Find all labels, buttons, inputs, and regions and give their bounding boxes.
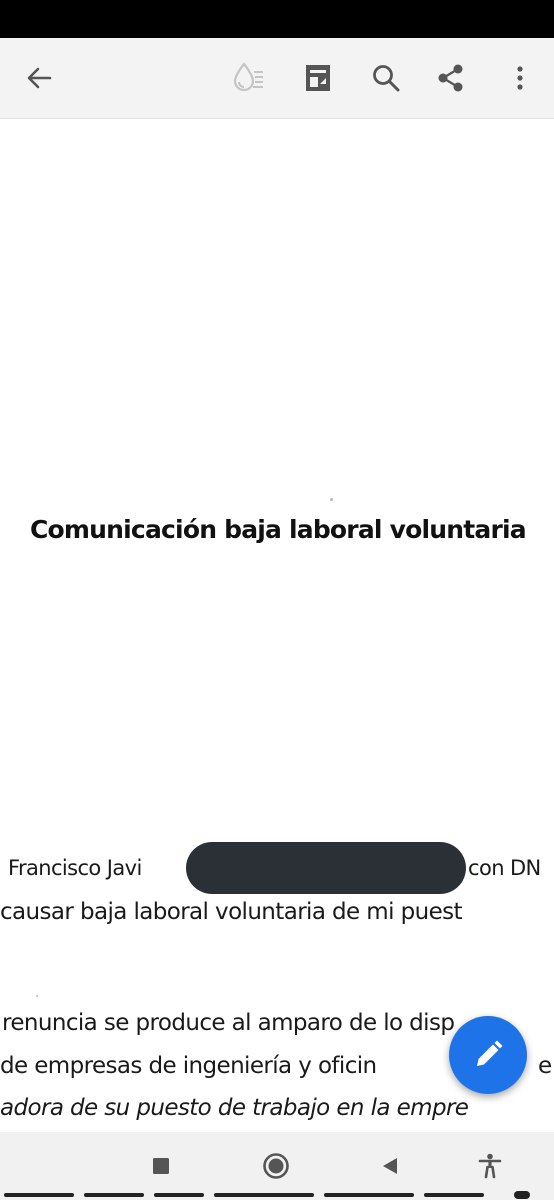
ink-saver-icon — [233, 62, 263, 92]
page-layout-button[interactable] — [296, 56, 340, 100]
share-button[interactable] — [429, 56, 473, 100]
recents-button[interactable] — [141, 1146, 181, 1186]
share-icon — [438, 64, 463, 92]
home-button[interactable] — [256, 1146, 296, 1186]
document-page: Comunicación baja laboral voluntaria Fra… — [0, 119, 554, 1132]
document-line: adora de su puesto de trabajo en la empr… — [0, 1095, 469, 1121]
text-fragment — [4, 1191, 530, 1199]
document-line: causar baja laboral voluntaria de mi pue… — [0, 899, 463, 925]
document-next-line-fragment — [0, 1186, 554, 1200]
document-line: con DN — [468, 856, 541, 880]
document-line: de empresas de ingeniería y oficin — [0, 1053, 377, 1079]
home-circle-icon — [263, 1153, 289, 1179]
page-layout-icon — [306, 65, 330, 91]
scan-speck — [330, 498, 333, 501]
pencil-edit-icon — [477, 1040, 503, 1066]
search-button[interactable] — [364, 56, 408, 100]
back-triangle-icon — [383, 1158, 397, 1174]
document-line: e — [538, 1053, 552, 1079]
status-bar — [0, 0, 554, 38]
search-icon — [373, 65, 400, 92]
document-title: Comunicación baja laboral voluntaria — [30, 515, 527, 544]
scan-speck — [36, 995, 38, 997]
document-line: renuncia se produce al amparo de lo disp — [2, 1010, 455, 1036]
more-vert-icon — [517, 66, 523, 90]
ink-saver-button[interactable] — [226, 56, 270, 100]
redaction-bar — [186, 842, 466, 894]
edit-fab-button[interactable] — [449, 1016, 527, 1094]
accessibility-button[interactable] — [470, 1146, 510, 1186]
accessibility-icon — [478, 1153, 502, 1179]
more-options-button[interactable] — [498, 56, 542, 100]
nav-back-button[interactable] — [370, 1146, 410, 1186]
recents-square-icon — [153, 1158, 169, 1174]
back-button[interactable] — [17, 56, 61, 100]
document-line: Francisco Javi — [8, 856, 142, 880]
back-arrow-icon — [27, 67, 52, 89]
toolbar — [0, 38, 554, 119]
